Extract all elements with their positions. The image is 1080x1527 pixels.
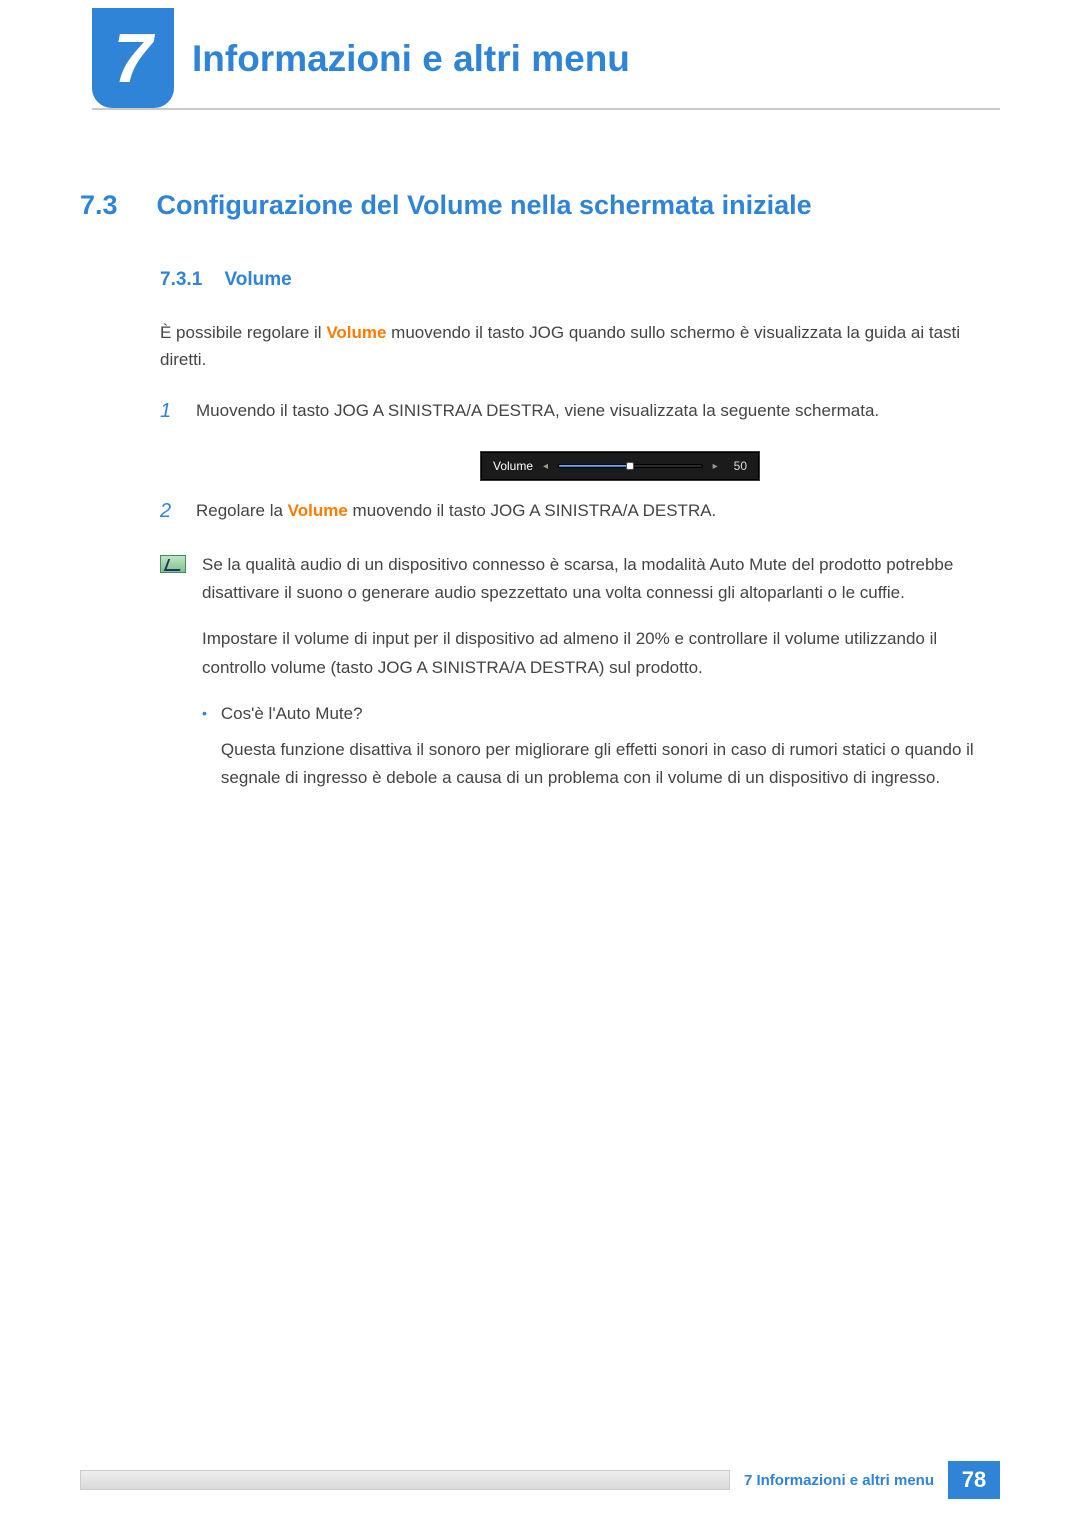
document-page: 7 Informazioni e altri menu 7.3 Configur… [0, 0, 1080, 1527]
note-bullet: • Cos'è l'Auto Mute? Questa funzione dis… [202, 700, 1000, 792]
page-footer: 7 Informazioni e altri menu 78 [80, 1461, 1000, 1499]
note-paragraph: Impostare il volume di input per il disp… [202, 625, 1000, 681]
note-paragraph: Se la qualità audio di un dispositivo co… [202, 551, 1000, 607]
step2-keyword: Volume [288, 501, 348, 520]
page-content: 7.3 Configurazione del Volume nella sche… [80, 190, 1000, 792]
step-item: 2 Regolare la Volume muovendo il tasto J… [160, 497, 1000, 525]
step2-post: muovendo il tasto JOG A SINISTRA/A DESTR… [348, 501, 716, 520]
step-text: Muovendo il tasto JOG A SINISTRA/A DESTR… [196, 397, 1000, 425]
section-title: Configurazione del Volume nella schermat… [156, 190, 811, 221]
note-block: Se la qualità audio di un dispositivo co… [160, 551, 1000, 791]
osd-label: Volume [493, 459, 533, 473]
bullet-dot-icon: • [202, 700, 207, 792]
subsection-heading: 7.3.1 Volume [160, 269, 1000, 291]
osd-slider-fill [559, 465, 630, 467]
chapter-number: 7 [114, 18, 153, 98]
bullet-body: Cos'è l'Auto Mute? Questa funzione disat… [221, 700, 1000, 792]
footer-page-number: 78 [948, 1461, 1000, 1499]
intro-keyword: Volume [326, 323, 386, 342]
osd-panel: Volume ◂ ▸ 50 [480, 451, 760, 481]
osd-figure: Volume ◂ ▸ 50 [240, 451, 1000, 481]
section-number: 7.3 [80, 190, 152, 221]
bullet-answer: Questa funzione disattiva il sonoro per … [221, 736, 1000, 792]
intro-paragraph: È possibile regolare il Volume muovendo … [160, 319, 1000, 373]
osd-slider-thumb [626, 462, 634, 470]
triangle-left-icon: ◂ [543, 461, 548, 472]
subsection-number: 7.3.1 [160, 269, 220, 291]
subsection-title: Volume [224, 269, 291, 291]
step-number: 2 [160, 497, 180, 525]
intro-pre: È possibile regolare il [160, 323, 326, 342]
triangle-right-icon: ▸ [713, 461, 718, 472]
bullet-question: Cos'è l'Auto Mute? [221, 700, 1000, 728]
section-heading: 7.3 Configurazione del Volume nella sche… [80, 190, 1000, 221]
step-item: 1 Muovendo il tasto JOG A SINISTRA/A DES… [160, 397, 1000, 425]
note-body: Se la qualità audio di un dispositivo co… [202, 551, 1000, 791]
step-text: Regolare la Volume muovendo il tasto JOG… [196, 497, 1000, 525]
chapter-tab: 7 [92, 8, 174, 108]
note-icon [160, 555, 186, 573]
footer-text: 7 Informazioni e altri menu [744, 1472, 934, 1489]
osd-slider-track [558, 464, 703, 468]
footer-bar [80, 1470, 730, 1490]
step2-pre: Regolare la [196, 501, 288, 520]
osd-value: 50 [734, 459, 747, 473]
header-divider [92, 108, 1000, 110]
chapter-title: Informazioni e altri menu [192, 38, 630, 80]
steps-list: 1 Muovendo il tasto JOG A SINISTRA/A DES… [160, 397, 1000, 525]
step-number: 1 [160, 397, 180, 425]
